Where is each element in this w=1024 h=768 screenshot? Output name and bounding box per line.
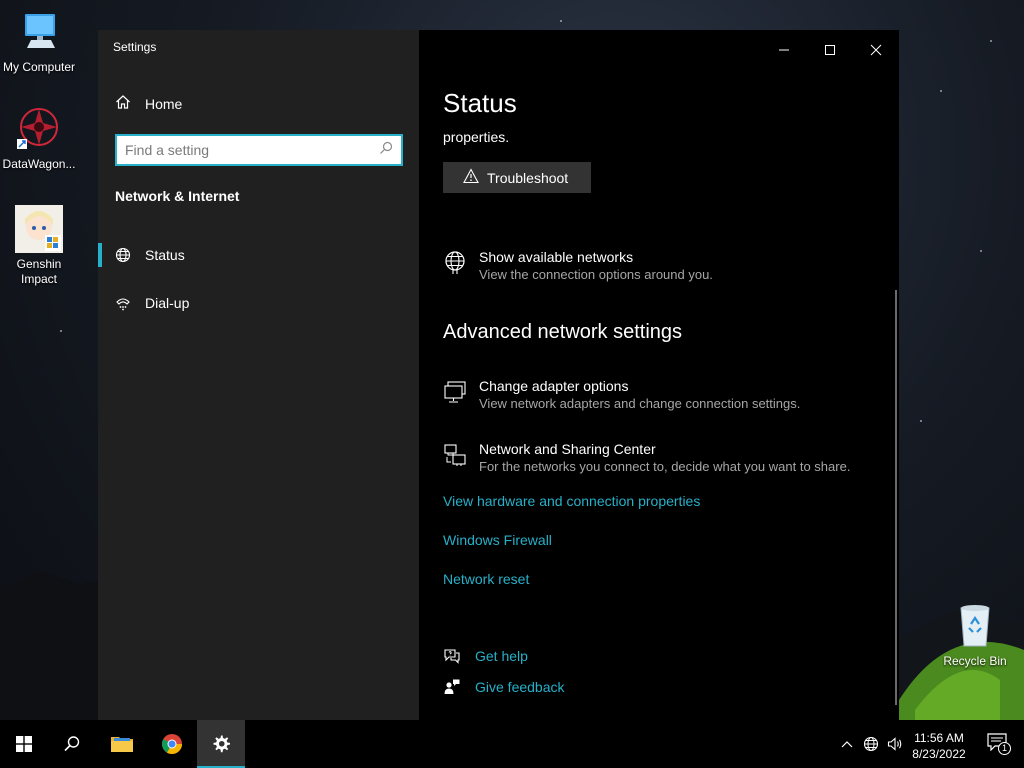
settings-window: Settings Home Network & Internet Status <box>98 30 899 720</box>
desktop-icon-label: Genshin Impact <box>16 257 62 286</box>
settings-sidebar: Settings Home Network & Internet Status <box>98 30 419 720</box>
windows-logo-icon <box>16 736 32 752</box>
feedback-icon <box>443 678 461 696</box>
recycle-bin-icon <box>951 602 999 650</box>
show-networks-title: Show available networks <box>479 249 634 265</box>
globe-tray-icon <box>863 736 879 752</box>
window-title: Settings <box>113 40 157 54</box>
taskbar-clock[interactable]: 11:56 AM 8/23/2022 <box>906 730 972 762</box>
link-hardware-properties[interactable]: View hardware and connection properties <box>443 493 700 509</box>
search-icon[interactable] <box>379 141 393 160</box>
sidebar-item-status[interactable]: Status <box>98 237 419 273</box>
section-title: Network & Internet <box>115 188 240 204</box>
home-icon <box>115 94 131 113</box>
show-available-networks[interactable]: Show available networks View the connect… <box>443 248 713 284</box>
scrollbar[interactable] <box>895 290 897 705</box>
search-setting-box[interactable] <box>115 134 403 166</box>
search-input[interactable] <box>125 142 379 158</box>
adapter-title: Change adapter options <box>479 378 629 394</box>
sidebar-item-dial-up[interactable]: Dial-up <box>98 285 419 321</box>
desktop-icon-label: Recycle Bin <box>943 654 1007 668</box>
desktop-icon-genshin-impact[interactable]: Genshin Impact <box>0 205 78 287</box>
taskbar-file-explorer[interactable] <box>98 720 146 768</box>
adapter-desc: View network adapters and change connect… <box>479 396 801 411</box>
partial-text: properties. <box>443 129 510 145</box>
action-center-button[interactable]: 1 <box>978 720 1018 768</box>
show-networks-desc: View the connection options around you. <box>479 267 713 282</box>
troubleshoot-button[interactable]: Troubleshoot <box>443 162 591 193</box>
advanced-network-heading: Advanced network settings <box>443 321 683 343</box>
adapter-icon <box>443 380 467 404</box>
sidebar-item-label: Dial-up <box>145 295 190 311</box>
sidebar-item-label: Status <box>145 247 185 263</box>
sharing-center-icon <box>443 443 467 467</box>
settings-content: Status properties. Troubleshoot Show ava… <box>419 30 899 720</box>
link-network-reset[interactable]: Network reset <box>443 571 529 587</box>
taskbar-settings[interactable] <box>197 720 245 768</box>
get-help-label: Get help <box>475 648 528 664</box>
get-help-link[interactable]: Get help <box>443 647 528 665</box>
folder-icon <box>111 737 133 752</box>
help-chat-icon <box>443 647 461 665</box>
warning-icon <box>463 168 479 187</box>
nav-home[interactable]: Home <box>115 94 182 113</box>
speaker-icon <box>887 737 902 751</box>
genshin-impact-icon <box>15 205 63 253</box>
give-feedback-label: Give feedback <box>475 679 565 695</box>
network-tray-button[interactable] <box>860 720 882 768</box>
give-feedback-link[interactable]: Give feedback <box>443 678 565 696</box>
change-adapter-options[interactable]: Change adapter options View network adap… <box>443 377 800 413</box>
desktop-icon-my-computer[interactable]: My Computer <box>0 8 78 75</box>
start-button[interactable] <box>0 720 48 768</box>
network-sharing-center[interactable]: Network and Sharing Center For the netwo… <box>443 440 850 476</box>
taskbar-chrome[interactable] <box>148 720 196 768</box>
sharing-desc: For the networks you connect to, decide … <box>479 459 851 474</box>
nav-home-label: Home <box>145 95 183 112</box>
notification-icon: 1 <box>987 733 1011 755</box>
clock-date: 8/23/2022 <box>912 747 966 761</box>
computer-icon <box>15 8 63 56</box>
gear-icon <box>213 735 230 753</box>
troubleshoot-label: Troubleshoot <box>487 169 569 186</box>
dialup-icon <box>115 295 131 311</box>
chrome-icon <box>161 734 182 754</box>
desktop-icon-datawagon[interactable]: DataWagon... <box>0 105 78 172</box>
globe-network-icon <box>443 251 467 275</box>
desktop-icon-label: My Computer <box>2 60 76 74</box>
clock-time: 11:56 AM <box>914 731 964 745</box>
chevron-up-icon <box>841 741 853 748</box>
search-button[interactable] <box>48 720 96 768</box>
taskbar: 11:56 AM 8/23/2022 1 <box>0 720 1024 768</box>
show-hidden-icons-button[interactable] <box>838 720 856 768</box>
page-title: Status <box>443 88 517 118</box>
desktop-icon-label: DataWagon... <box>2 157 76 171</box>
search-icon <box>64 736 80 752</box>
link-windows-firewall[interactable]: Windows Firewall <box>443 532 552 548</box>
volume-tray-button[interactable] <box>884 720 906 768</box>
sharing-title: Network and Sharing Center <box>479 441 656 457</box>
globe-icon <box>115 247 131 263</box>
datawagon-icon <box>15 105 63 153</box>
desktop-icon-recycle-bin[interactable]: Recycle Bin <box>936 602 1014 669</box>
notification-badge: 1 <box>998 742 1011 755</box>
